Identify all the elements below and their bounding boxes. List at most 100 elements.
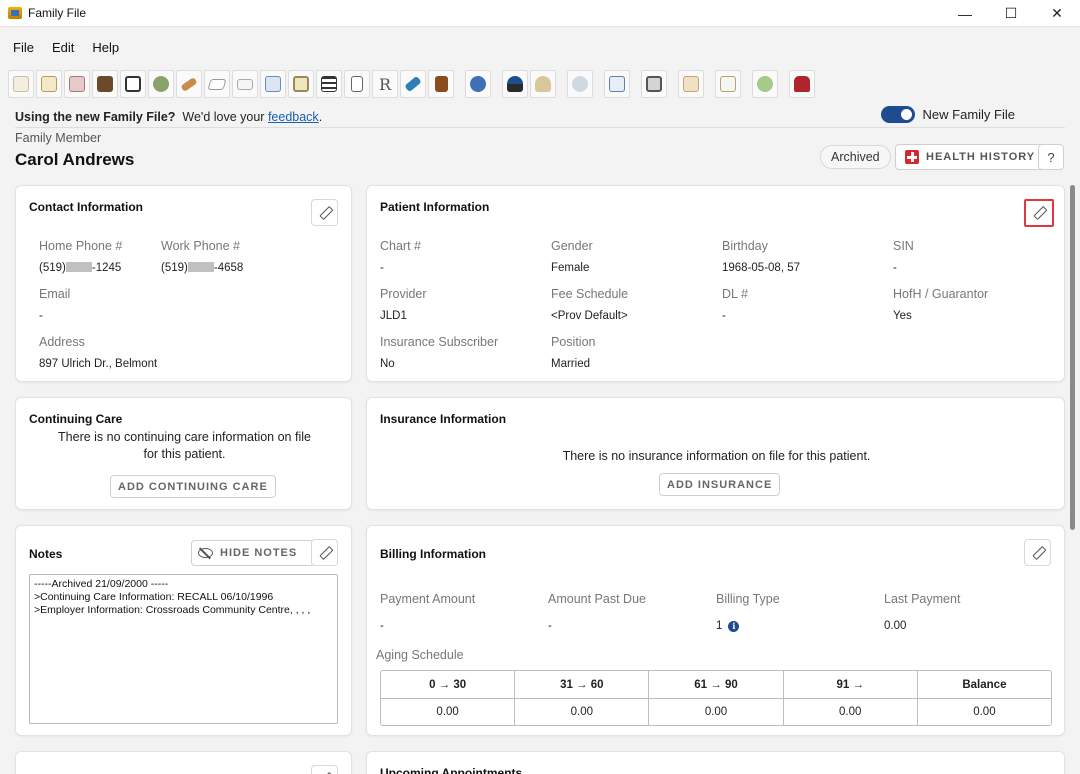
email-value: -	[39, 310, 43, 322]
add-insurance-button[interactable]: ADD INSURANCE	[659, 473, 781, 496]
billing-type-info-icon[interactable]: i	[728, 621, 740, 632]
notes-line: >Continuing Care Information: RECALL 06/…	[34, 591, 274, 603]
people-icon	[572, 76, 588, 92]
upcoming-appointments-title: Upcoming Appointments	[380, 766, 523, 774]
archived-badge[interactable]: Archived	[820, 145, 891, 169]
payment-amount-label: Payment Amount	[380, 592, 476, 606]
eye-off-icon	[198, 548, 213, 558]
toolbar-people-button[interactable]	[567, 70, 593, 98]
edit-bottom-left-button[interactable]	[311, 765, 338, 774]
last-payment-label: Last Payment	[884, 592, 961, 606]
edit-contact-button[interactable]	[311, 199, 338, 226]
insurance-subscriber-label: Insurance Subscriber	[380, 335, 499, 349]
work-phone-label: Work Phone #	[161, 239, 240, 253]
menu-help[interactable]: Help	[83, 40, 128, 55]
toolbar-eraser-button[interactable]	[204, 70, 230, 98]
aging-header-61-90: 61 → 90	[648, 671, 782, 698]
aging-header-0-30: 0 → 30	[429, 678, 467, 691]
contact-information-card: Contact Information Home Phone # (519) -1…	[15, 185, 352, 382]
window-controls: — ☐ ✕	[942, 0, 1080, 27]
maximize-button[interactable]: ☐	[988, 0, 1034, 27]
toolbar-door-button[interactable]	[428, 70, 454, 98]
new-family-file-toggle[interactable]	[880, 106, 915, 123]
notes-line: -----Archived 21/09/2000 -----	[34, 578, 169, 590]
toolbar-reader-button[interactable]	[789, 70, 815, 98]
toolbar-family-button[interactable]	[530, 70, 556, 98]
gender-value: Female	[551, 262, 590, 274]
toolbar-printer-button[interactable]	[641, 70, 667, 98]
help-button[interactable]: ?	[1038, 144, 1064, 170]
person-icon	[507, 76, 523, 92]
redacted-block	[65, 262, 92, 272]
new-family-file-toggle-group: New Family File	[880, 106, 1015, 123]
toolbar-book-button[interactable]	[64, 70, 90, 98]
fee-schedule-value: <Prov Default>	[551, 310, 628, 322]
notes-textarea[interactable]: -----Archived 21/09/2000 ----- >Continui…	[29, 574, 338, 724]
toolbar-calendar-clock-button[interactable]	[260, 70, 286, 98]
toolbar-certificate-button[interactable]	[715, 70, 741, 98]
toolbar-scroll-button[interactable]	[678, 70, 704, 98]
toolbar-bandage-button[interactable]	[176, 70, 202, 98]
aging-value-0-30: 0.00	[436, 706, 459, 718]
new-family-file-label: New Family File	[922, 107, 1015, 122]
bottom-left-card	[15, 751, 352, 774]
close-button[interactable]: ✕	[1034, 0, 1080, 27]
menu-edit[interactable]: Edit	[43, 40, 83, 55]
pencil-icon	[1030, 545, 1044, 559]
toolbar-notepad-button[interactable]	[36, 70, 62, 98]
toolbar-chair-button[interactable]	[92, 70, 118, 98]
money-icon	[757, 76, 773, 92]
toolbar: R	[8, 68, 817, 100]
toolbar-money-button[interactable]	[752, 70, 778, 98]
eraser-icon	[207, 78, 227, 90]
continuing-care-card: Continuing Care There is no continuing c…	[15, 397, 352, 510]
printer-icon	[646, 76, 662, 92]
pencil-icon	[317, 545, 331, 559]
insurance-information-card: Insurance Information There is no insura…	[366, 397, 1065, 510]
billing-information-card: Billing Information Payment Amount - Amo…	[366, 525, 1065, 736]
feedback-link[interactable]: feedback	[268, 110, 319, 124]
hofh-guarantor-label: HofH / Guarantor	[893, 287, 989, 301]
aging-value-31-60: 0.00	[514, 699, 648, 725]
birthday-value: 1968-05-08, 57	[722, 262, 801, 274]
pencil-icon	[317, 205, 331, 219]
chair-icon	[97, 76, 113, 92]
toolbar-calendar-button[interactable]	[604, 70, 630, 98]
menu-file[interactable]: File	[4, 40, 43, 55]
reader-icon	[794, 76, 810, 92]
toolbar-tooth-button[interactable]	[8, 70, 34, 98]
toolbar-layout-button[interactable]	[316, 70, 342, 98]
vertical-scrollbar[interactable]	[1070, 185, 1075, 530]
toolbar-pen-button[interactable]	[400, 70, 426, 98]
fee-schedule-label: Fee Schedule	[551, 287, 629, 301]
redacted-block	[187, 262, 214, 272]
toolbar-person-button[interactable]	[502, 70, 528, 98]
toolbar-info-button[interactable]	[465, 70, 491, 98]
toolbar-rx-button[interactable]: R	[372, 70, 398, 98]
hide-notes-button[interactable]: HIDE NOTES	[191, 540, 315, 566]
billing-type-label: Billing Type	[716, 592, 780, 606]
aging-value-row: 0.00 0.00 0.00 0.00 0.00	[381, 698, 1051, 725]
address-value: 897 Ulrich Dr., Belmont	[39, 358, 158, 370]
aging-header-balance: Balance	[916, 671, 1051, 698]
medical-cross-icon	[905, 150, 919, 164]
menu-bar: File Edit Help	[0, 28, 1080, 66]
edit-patient-button[interactable]	[1024, 199, 1054, 227]
address-label: Address	[39, 335, 85, 349]
add-continuing-care-button[interactable]: ADD CONTINUING CARE	[110, 475, 276, 498]
family-member-label: Family Member	[15, 131, 102, 145]
toolbar-id-card-button[interactable]	[120, 70, 146, 98]
aging-value-91-plus: 0.00	[782, 699, 917, 725]
family-icon	[535, 76, 551, 92]
edit-notes-button[interactable]	[311, 539, 338, 566]
toolbar-document-button[interactable]	[344, 70, 370, 98]
minimize-button[interactable]: —	[942, 0, 988, 27]
toolbar-camera-button[interactable]	[288, 70, 314, 98]
insurance-information-title: Insurance Information	[380, 412, 507, 426]
toolbar-globe-button[interactable]	[148, 70, 174, 98]
toolbar-card-button[interactable]	[232, 70, 258, 98]
health-history-button[interactable]: HEALTH HISTORY	[895, 144, 1046, 170]
edit-billing-button[interactable]	[1024, 539, 1051, 566]
chart-number-value: -	[380, 262, 384, 274]
birthday-label: Birthday	[722, 239, 768, 253]
